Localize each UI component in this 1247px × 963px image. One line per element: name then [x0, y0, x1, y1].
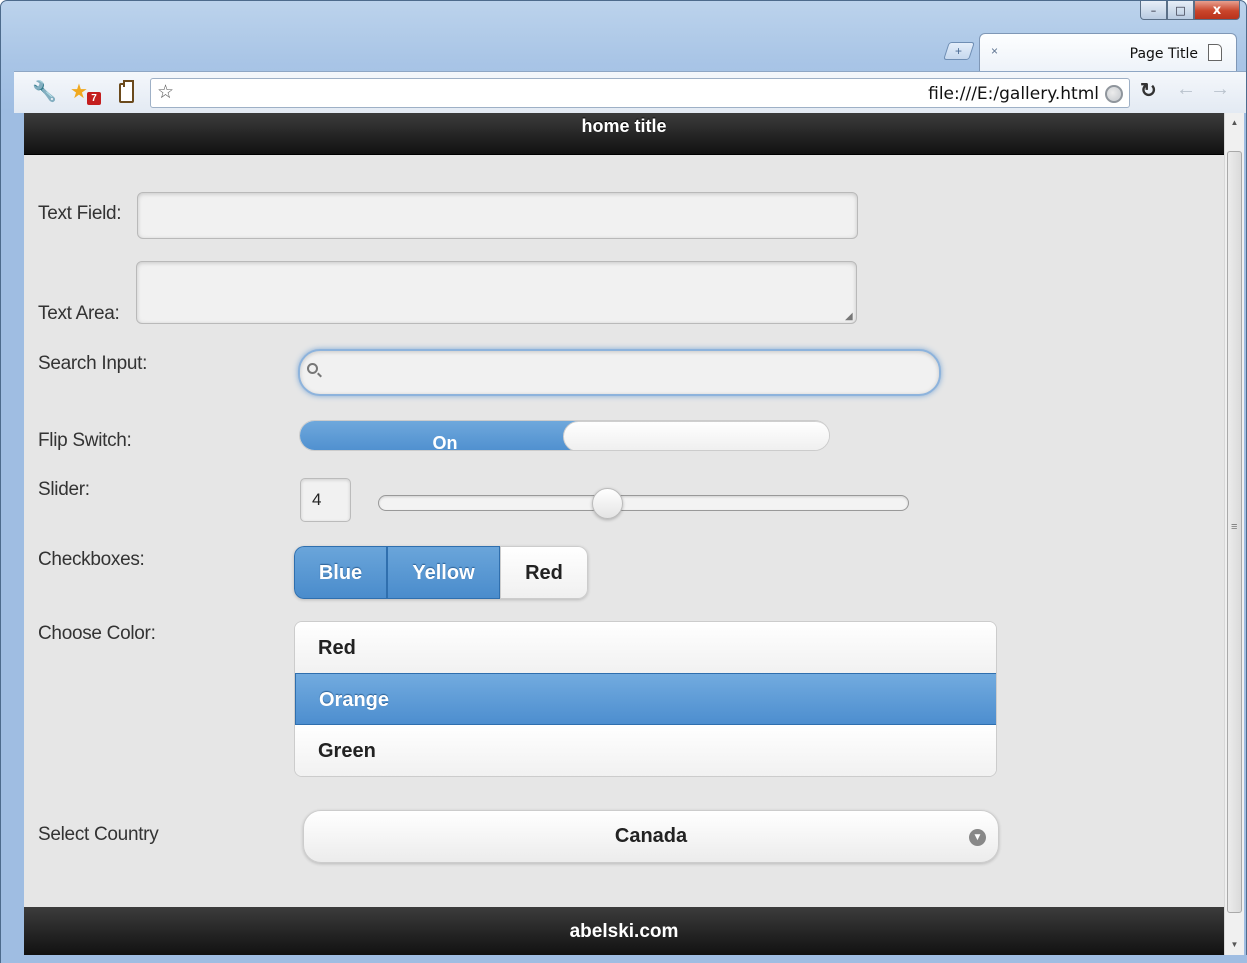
color-option-green[interactable]: Green [295, 725, 996, 776]
forward-arrow-icon[interactable]: → [1210, 78, 1230, 101]
grip-icon: ≡ [1231, 521, 1238, 533]
color-radio-list: Red Orange Green [294, 621, 997, 777]
tab-close-icon[interactable]: × [991, 44, 998, 58]
chevron-down-icon: ▼ [969, 829, 986, 846]
slider-label: Slider: [38, 479, 90, 500]
color-option-orange[interactable]: Orange [295, 673, 996, 725]
flip-switch-handle[interactable] [563, 421, 829, 450]
slider-track[interactable] [378, 495, 909, 511]
page-viewport: home title Text Field: Text Area: ◢ Sear… [24, 113, 1224, 955]
tab-page-title[interactable]: Page Title [979, 33, 1237, 71]
extension-badge: 7 [87, 92, 101, 105]
checkbox-group: Blue Yellow Red [294, 546, 588, 599]
maximize-button[interactable]: □ [1167, 1, 1194, 20]
search-input-label: Search Input: [38, 353, 148, 374]
search-icon [307, 363, 318, 374]
country-select-value: Canada [614, 825, 688, 847]
address-bar[interactable]: ☆ file:///E:/gallery.html [150, 78, 1130, 108]
wrench-icon[interactable]: 🔧 [32, 80, 57, 104]
bookmark-star-icon[interactable]: ☆ [157, 81, 174, 104]
color-option-red[interactable]: Red [295, 622, 996, 674]
new-tab-button[interactable]: + [943, 42, 975, 60]
slider-value-input[interactable]: 4 [300, 478, 351, 522]
scroll-down-icon[interactable]: ▼ [1225, 935, 1244, 955]
choose-color-label: Choose Color: [38, 623, 156, 644]
tab-title: Page Title [1129, 46, 1198, 62]
document-icon [1208, 44, 1222, 61]
flip-switch[interactable]: On [299, 420, 830, 451]
minimize-button[interactable]: – [1140, 1, 1167, 20]
window-controls: – □ x [1140, 1, 1240, 21]
search-input[interactable] [298, 349, 941, 396]
page-footer: abelski.com [24, 907, 1224, 955]
window-bottom-border [1, 955, 1247, 963]
back-arrow-icon[interactable]: ← [1176, 78, 1196, 101]
clipboard-icon[interactable] [119, 80, 134, 103]
slider-handle[interactable] [592, 488, 623, 519]
page-title: home title [581, 116, 667, 136]
checkbox-red[interactable]: Red [500, 546, 588, 599]
select-country-label: Select Country [38, 824, 159, 845]
close-window-button[interactable]: x [1194, 1, 1240, 20]
text-field[interactable] [137, 192, 858, 239]
vertical-scrollbar[interactable]: ▲ ≡ ▼ [1224, 113, 1244, 955]
checkbox-yellow[interactable]: Yellow [387, 546, 500, 599]
country-select[interactable]: Canada ▼ [303, 810, 999, 863]
extension-icon[interactable]: ★ [70, 80, 88, 104]
checkbox-blue[interactable]: Blue [294, 546, 387, 599]
flip-switch-label: Flip Switch: [38, 430, 132, 451]
page-header: home title [24, 113, 1224, 155]
url-text[interactable]: file:///E:/gallery.html [928, 84, 1099, 104]
plus-icon: + [955, 44, 963, 58]
scrollbar-thumb[interactable]: ≡ [1227, 151, 1242, 913]
footer-text: abelski.com [569, 921, 679, 942]
text-area-label: Text Area: [38, 303, 120, 324]
browser-toolbar: 🔧 ★ 7 ☆ file:///E:/gallery.html ↻ ← → [14, 71, 1246, 113]
flip-switch-on-label: On [300, 421, 590, 450]
globe-icon [1105, 85, 1123, 103]
text-area[interactable] [136, 261, 857, 324]
checkboxes-label: Checkboxes: [38, 549, 145, 570]
resize-grip-icon[interactable]: ◢ [845, 312, 853, 322]
tab-strip: + Page Title × [1, 31, 1246, 71]
reload-icon[interactable]: ↻ [1140, 78, 1157, 103]
text-field-label: Text Field: [38, 203, 122, 224]
browser-window: – □ x + Page Title × 🔧 ★ 7 ☆ file:///E:/… [0, 0, 1247, 963]
scroll-up-icon[interactable]: ▲ [1225, 113, 1244, 133]
